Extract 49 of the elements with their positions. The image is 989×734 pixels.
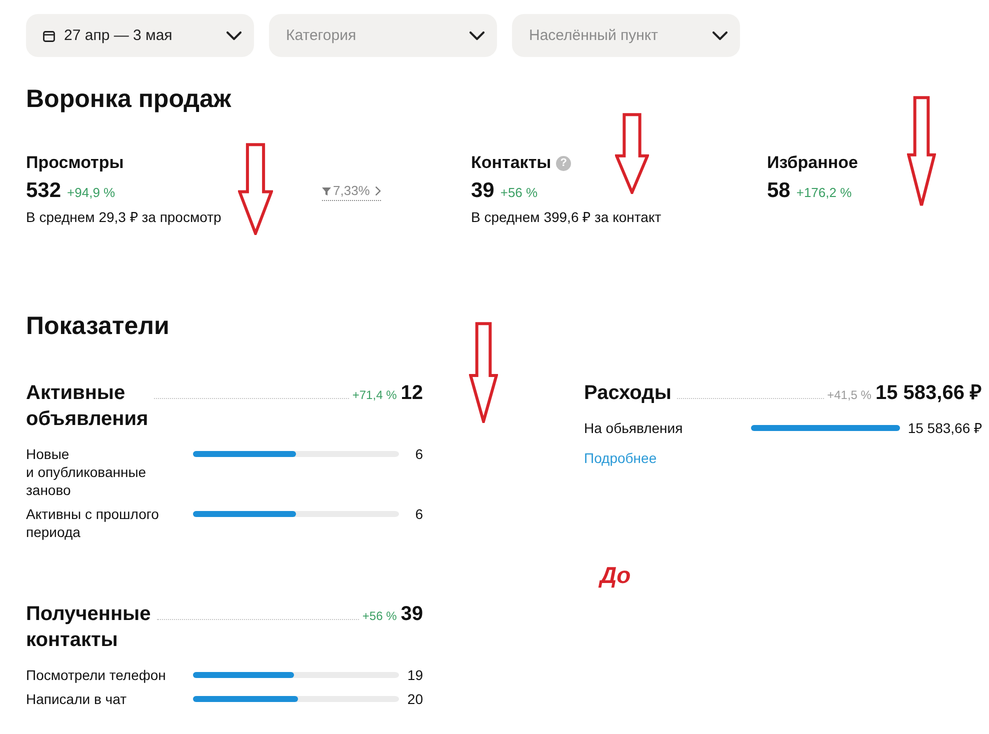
down-arrow-icon	[615, 113, 649, 194]
chevron-down-icon	[712, 30, 728, 40]
row-label: Активны с прошлого периода	[26, 505, 160, 541]
stage-value: 58	[767, 178, 790, 204]
row-value: 20	[407, 690, 423, 708]
stage-value: 532	[26, 178, 62, 204]
row-value: 6	[415, 505, 423, 523]
stage-title: Избранное	[767, 152, 858, 174]
annotation-label: До	[600, 561, 631, 589]
details-link[interactable]: Подробнее	[584, 449, 657, 467]
group-total: 12	[400, 381, 423, 406]
down-arrow-icon	[469, 322, 498, 423]
stage-note: В среднем 399,6 ₽ за контакт	[471, 208, 662, 226]
down-arrow-icon	[238, 143, 273, 235]
change-percent: +71,4 %	[352, 388, 397, 402]
section-title: Показатели	[26, 311, 170, 341]
row-value: 19	[407, 666, 423, 684]
section-title: Воронка продаж	[26, 84, 232, 114]
change-percent: +94,9 %	[67, 185, 116, 200]
calendar-icon	[43, 30, 55, 42]
group-title: Активные объявления	[26, 381, 148, 432]
row-label: Новые и опубликованные заново	[26, 445, 148, 499]
help-icon[interactable]: ?	[556, 156, 572, 170]
stage-title: Контакты	[471, 152, 552, 174]
row-label: Написали в чат	[26, 690, 126, 708]
row-value: 15 583,66 ₽	[908, 419, 982, 437]
chevron-down-icon	[469, 30, 485, 40]
date-range-dropdown[interactable]: 27 апр — 3 мая	[26, 14, 254, 57]
row-label: Посмотрели телефон	[26, 666, 166, 684]
change-percent: +41,5 %	[827, 388, 872, 402]
group-title: Расходы	[584, 381, 672, 406]
group-total: 39	[400, 602, 423, 627]
filter-dropdown[interactable]: Категория	[269, 14, 497, 57]
chevron-down-icon	[226, 30, 242, 40]
stage-note: В среднем 29,3 ₽ за просмотр	[26, 208, 222, 226]
change-percent: +56 %	[362, 609, 397, 623]
change-percent: +176,2 %	[796, 185, 852, 200]
filter-dropdown[interactable]: Населённый пункт	[512, 14, 740, 57]
row-label: На обьявления	[584, 419, 683, 437]
stage-value: 39	[471, 178, 494, 204]
chevron-right-icon	[374, 186, 381, 196]
row-value: 6	[415, 445, 423, 463]
conversion-link[interactable]: 7,33%	[322, 183, 381, 201]
change-percent: +56 %	[500, 185, 538, 200]
stage-title: Просмотры	[26, 152, 124, 174]
funnel-icon	[322, 186, 331, 196]
down-arrow-icon	[907, 96, 936, 207]
group-title: Полученные контакты	[26, 602, 151, 653]
group-total: 15 583,66 ₽	[875, 381, 982, 406]
